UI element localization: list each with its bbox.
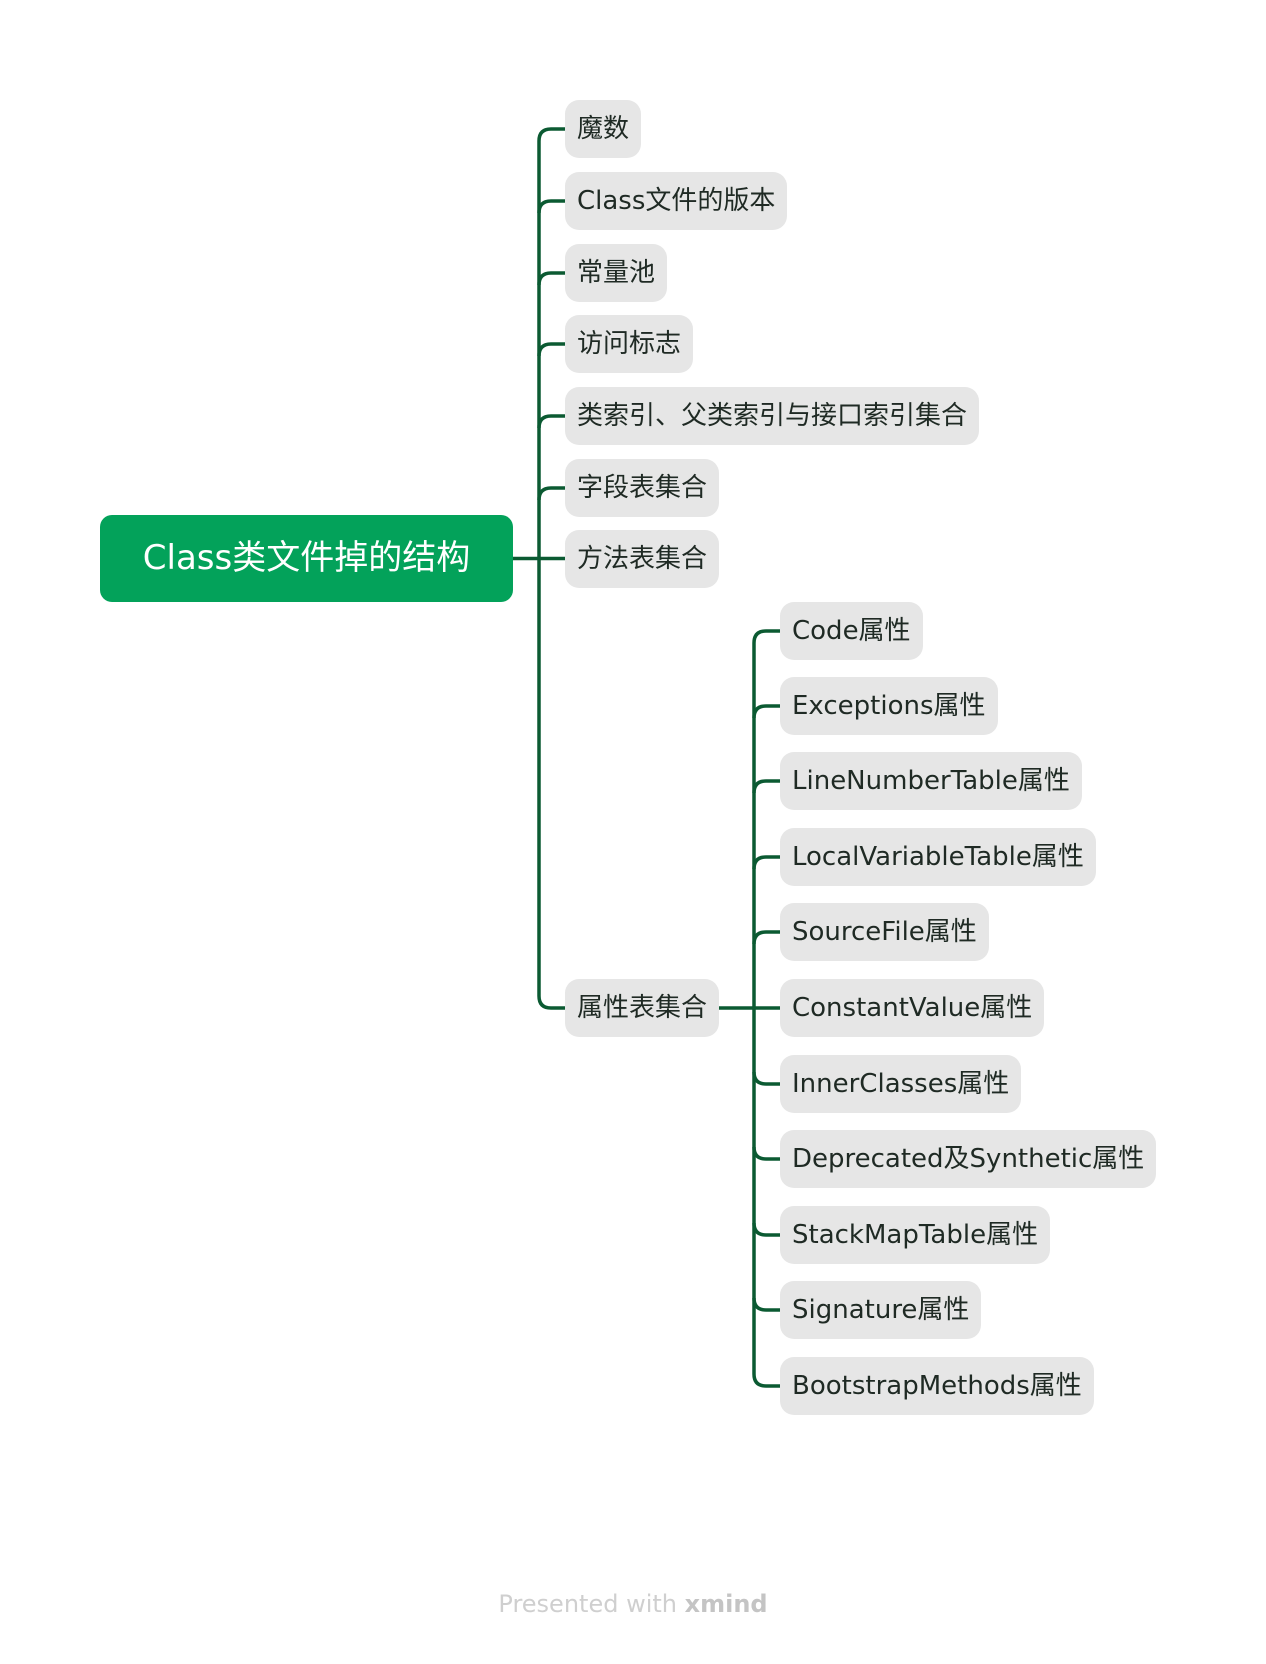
subtopic-signature[interactable]: Signature属性	[780, 1281, 982, 1339]
topic-magic-number[interactable]: 魔数	[565, 100, 642, 158]
subtopic-code[interactable]: Code属性	[780, 602, 923, 660]
attribute-connector-branch-2	[752, 779, 780, 794]
subtopic-exceptions[interactable]: Exceptions属性	[780, 677, 998, 735]
topic-class-version[interactable]: Class文件的版本	[565, 172, 788, 230]
root-connector-branch-0	[537, 127, 565, 142]
topic-index-collections[interactable]: 类索引、父类索引与接口索引集合	[565, 387, 980, 445]
subtopic-stack-map-table[interactable]: StackMapTable属性	[780, 1206, 1051, 1264]
xmind-brand[interactable]: xmind	[685, 1590, 768, 1618]
subtopic-source-file[interactable]: SourceFile属性	[780, 903, 989, 961]
attribute-connector-branch-3	[752, 855, 780, 870]
root-connector-branch-7	[537, 995, 565, 1010]
attribute-connector-branch-10	[752, 1373, 780, 1388]
topic-method-table[interactable]: 方法表集合	[565, 530, 720, 588]
attribute-connector-branch-9	[752, 1297, 780, 1312]
topic-constant-pool[interactable]: 常量池	[565, 244, 668, 302]
root-connector-branch-2	[537, 271, 565, 286]
root-connector-branch-5	[537, 486, 565, 501]
subtopic-line-number-table[interactable]: LineNumberTable属性	[780, 752, 1082, 810]
attribute-connector-branch-6	[752, 1071, 780, 1086]
footer-credit: Presented with xmind	[0, 1590, 1266, 1618]
attribute-connector-branch-0	[752, 629, 780, 644]
topic-access-flags[interactable]: 访问标志	[565, 315, 694, 373]
topic-field-table[interactable]: 字段表集合	[565, 459, 720, 517]
attribute-connector-branch-4	[752, 930, 780, 945]
subtopic-inner-classes[interactable]: InnerClasses属性	[780, 1055, 1022, 1113]
root-connector-branch-4	[537, 414, 565, 429]
subtopic-deprecated-synthetic[interactable]: Deprecated及Synthetic属性	[780, 1130, 1157, 1188]
attribute-connector-branch-7	[752, 1146, 780, 1161]
subtopic-bootstrap-methods[interactable]: BootstrapMethods属性	[780, 1357, 1094, 1415]
attribute-connector-branch-8	[752, 1222, 780, 1237]
root-topic[interactable]: Class类文件掉的结构	[100, 515, 513, 602]
topic-attribute-table[interactable]: 属性表集合	[565, 979, 720, 1037]
root-connector-branch-3	[537, 342, 565, 357]
attribute-connector-branch-1	[752, 704, 780, 719]
subtopic-constant-value[interactable]: ConstantValue属性	[780, 979, 1045, 1037]
subtopic-local-variable-table[interactable]: LocalVariableTable属性	[780, 828, 1096, 886]
root-connector-branch-1	[537, 199, 565, 214]
footer-prefix: Presented with	[498, 1590, 685, 1618]
